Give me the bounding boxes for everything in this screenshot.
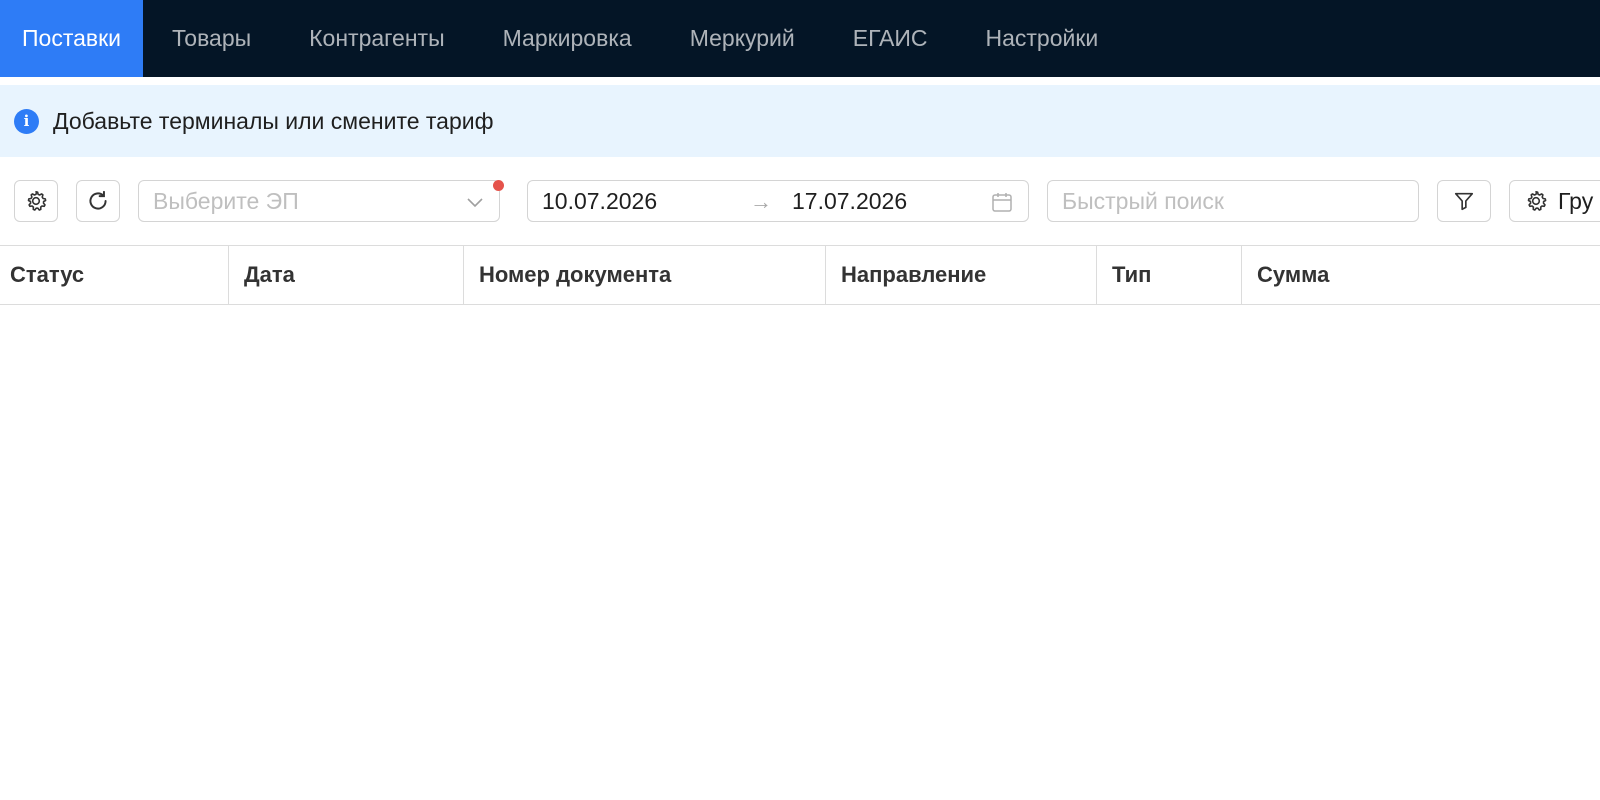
date-from[interactable]: 10.07.2026 bbox=[542, 188, 657, 215]
info-banner: i Добавьте терминалы или смените тариф bbox=[0, 85, 1600, 157]
search-placeholder: Быстрый поиск bbox=[1062, 187, 1224, 214]
tab-egais[interactable]: ЕГАИС bbox=[824, 0, 957, 77]
calendar-icon bbox=[992, 193, 1012, 212]
column-header-document-number[interactable]: Номер документа bbox=[464, 246, 826, 304]
refresh-icon bbox=[89, 190, 107, 210]
ep-select-placeholder: Выберите ЭП bbox=[153, 187, 299, 214]
column-header-sum[interactable]: Сумма bbox=[1242, 246, 1600, 304]
settings-button[interactable] bbox=[14, 180, 58, 222]
tab-nastroyki[interactable]: Настройки bbox=[957, 0, 1128, 77]
tab-postavki[interactable]: Поставки bbox=[0, 0, 144, 77]
column-header-status[interactable]: Статус bbox=[0, 246, 229, 304]
banner-text: Добавьте терминалы или смените тариф bbox=[53, 107, 494, 134]
toolbar: Выберите ЭП 10.07.2026 → 17.07.2026 Быст… bbox=[0, 178, 1600, 224]
tab-tovary[interactable]: Товары bbox=[143, 0, 280, 77]
table-body bbox=[0, 305, 1600, 800]
tab-merkuriy[interactable]: Меркурий bbox=[661, 0, 824, 77]
group-button-label: Гру bbox=[1558, 187, 1594, 214]
filter-icon bbox=[1454, 192, 1474, 211]
arrow-right-icon: → bbox=[750, 189, 772, 214]
filter-button[interactable] bbox=[1437, 180, 1491, 222]
ep-select-indicator-dot bbox=[493, 180, 504, 191]
gear-icon bbox=[27, 191, 47, 211]
info-icon: i bbox=[14, 108, 39, 134]
top-navigation: Поставки Товары Контрагенты Маркировка М… bbox=[0, 0, 1600, 77]
date-to[interactable]: 17.07.2026 bbox=[792, 188, 907, 215]
ep-select[interactable]: Выберите ЭП bbox=[138, 180, 500, 222]
tab-markirovka[interactable]: Маркировка bbox=[474, 0, 661, 77]
date-range-picker[interactable]: 10.07.2026 → 17.07.2026 bbox=[527, 180, 1029, 222]
chevron-down-icon bbox=[467, 198, 483, 208]
column-header-type[interactable]: Тип bbox=[1097, 246, 1242, 304]
quick-search-input[interactable]: Быстрый поиск bbox=[1047, 180, 1419, 222]
tab-kontragenty[interactable]: Контрагенты bbox=[280, 0, 473, 77]
column-header-direction[interactable]: Направление bbox=[826, 246, 1097, 304]
refresh-button[interactable] bbox=[76, 180, 120, 222]
gear-icon bbox=[1527, 191, 1547, 211]
column-header-date[interactable]: Дата bbox=[229, 246, 464, 304]
group-button[interactable]: Гру bbox=[1509, 180, 1600, 222]
table-header: Статус Дата Номер документа Направление … bbox=[0, 245, 1600, 305]
